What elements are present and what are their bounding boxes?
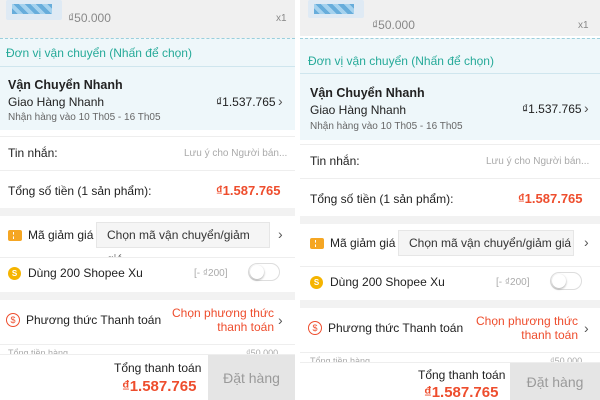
checkout-total-value: ₫1.587.765 bbox=[424, 384, 499, 400]
divider bbox=[0, 170, 295, 171]
shopee-coins-row: S Dùng 200 Shopee Xu [- ₫200] bbox=[300, 267, 600, 299]
place-order-button[interactable]: Đặt hàng bbox=[208, 355, 295, 400]
chevron-right-icon: › bbox=[278, 312, 283, 328]
delivery-date: Nhận hàng vào 10 Th05 - 16 Th05 bbox=[8, 112, 161, 123]
dollar-icon: $ bbox=[308, 321, 322, 335]
checkout-bar: Tổng thanh toán ₫1.587.765 Đặt hàng bbox=[300, 362, 600, 400]
coins-label: Dùng 200 Shopee Xu bbox=[28, 266, 143, 280]
voucher-row[interactable]: Mã giảm giá Chọn mã vận chuyển/giảm giá … bbox=[0, 216, 295, 266]
voucher-icon bbox=[8, 230, 22, 241]
order-total-label: Tổng số tiền (1 sản phẩm): bbox=[8, 184, 152, 198]
payment-method-label: Phương thức Thanh toán bbox=[26, 313, 162, 327]
voucher-row[interactable]: Mã giảm giá Chọn mã vận chuyển/giảm giá … bbox=[300, 224, 600, 264]
voucher-select-button[interactable]: Chọn mã vận chuyển/giảm giá bbox=[96, 222, 270, 266]
checkout-panel-right: ₫50.000 x1 Đơn vị vận chuyển (Nhấn để ch… bbox=[300, 0, 600, 400]
coins-toggle[interactable] bbox=[550, 272, 582, 290]
shipping-carrier: Giao Hàng Nhanh bbox=[310, 103, 407, 117]
coins-value: [- ₫200] bbox=[496, 277, 530, 288]
message-input[interactable]: Lưu ý cho Người bán... bbox=[486, 156, 589, 167]
shopee-coin-icon: S bbox=[310, 276, 323, 289]
section-gap bbox=[300, 300, 600, 308]
section-gap bbox=[300, 216, 600, 224]
order-total-label: Tổng số tiền (1 sản phẩm): bbox=[310, 192, 454, 206]
voucher-select-button[interactable]: Chọn mã vận chuyển/giảm giá bbox=[398, 230, 574, 256]
voucher-label: Mã giảm giá bbox=[330, 236, 396, 250]
product-quantity: x1 bbox=[276, 13, 287, 24]
place-order-button[interactable]: Đặt hàng bbox=[510, 363, 600, 400]
payment-method-label: Phương thức Thanh toán bbox=[328, 321, 464, 335]
payment-method-row[interactable]: $ Phương thức Thanh toán Chọn phương thứ… bbox=[300, 308, 600, 350]
chevron-right-icon: › bbox=[584, 234, 589, 250]
delivery-date: Nhận hàng vào 10 Th05 - 16 Th05 bbox=[310, 121, 463, 132]
product-quantity: x1 bbox=[578, 20, 589, 31]
checkout-total-label: Tổng thanh toán bbox=[114, 361, 202, 375]
checkout-total-label: Tổng thanh toán bbox=[418, 368, 506, 382]
section-gap bbox=[0, 208, 295, 216]
shopee-coins-row: S Dùng 200 Shopee Xu [- ₫200] bbox=[0, 258, 295, 290]
message-label: Tin nhắn: bbox=[310, 154, 360, 168]
shipping-price: ₫1.537.765 bbox=[216, 95, 276, 109]
chevron-right-icon: › bbox=[584, 100, 589, 116]
payment-choose-line2[interactable]: thanh toán bbox=[170, 320, 274, 334]
product-summary: ₫50.000 x1 bbox=[0, 0, 295, 38]
voucher-label: Mã giảm giá bbox=[28, 228, 94, 242]
payment-method-row[interactable]: $ Phương thức Thanh toán Chọn phương thứ… bbox=[0, 300, 295, 342]
shipping-header: Đơn vị vận chuyển (Nhấn để chọn) bbox=[308, 54, 494, 68]
section-gap bbox=[0, 292, 295, 300]
divider bbox=[0, 66, 295, 67]
message-input[interactable]: Lưu ý cho Người bán... bbox=[184, 148, 287, 159]
checkout-panel-left: ₫50.000 x1 Đơn vị vận chuyển (Nhấn để ch… bbox=[0, 0, 295, 400]
dollar-icon: $ bbox=[6, 313, 20, 327]
shopee-coin-icon: S bbox=[8, 267, 21, 280]
shipping-method-name: Vận Chuyển Nhanh bbox=[310, 86, 425, 100]
payment-choose-line1[interactable]: Chọn phương thức bbox=[170, 306, 274, 320]
coins-toggle[interactable] bbox=[248, 263, 280, 281]
divider bbox=[300, 144, 600, 145]
shipping-price: ₫1.537.765 bbox=[522, 102, 582, 116]
voucher-icon bbox=[310, 238, 324, 249]
shipping-header: Đơn vị vận chuyển (Nhấn để chọn) bbox=[6, 46, 192, 60]
divider bbox=[0, 136, 295, 137]
order-total-value: ₫1.587.765 bbox=[216, 183, 281, 198]
payment-choose-line2[interactable]: thanh toán bbox=[474, 328, 578, 342]
shipping-selector[interactable]: Đơn vị vận chuyển (Nhấn để chọn) Vận Chu… bbox=[0, 38, 295, 130]
product-summary: ₫50.000 x1 bbox=[300, 0, 600, 36]
product-thumbnail bbox=[308, 0, 364, 18]
shipping-selector[interactable]: Đơn vị vận chuyển (Nhấn để chọn) Vận Chu… bbox=[300, 38, 600, 140]
product-price: ₫50.000 bbox=[68, 11, 111, 25]
divider bbox=[300, 352, 600, 353]
checkout-total-value: ₫1.587.765 bbox=[122, 378, 197, 395]
checkout-bar: Tổng thanh toán ₫1.587.765 Đặt hàng bbox=[0, 354, 295, 400]
coins-value: [- ₫200] bbox=[194, 268, 228, 279]
coins-label: Dùng 200 Shopee Xu bbox=[330, 275, 445, 289]
chevron-right-icon: › bbox=[278, 226, 283, 242]
chevron-right-icon: › bbox=[584, 320, 589, 336]
divider bbox=[0, 344, 295, 345]
product-price: ₫50.000 bbox=[372, 18, 415, 32]
divider bbox=[300, 73, 600, 74]
order-total-value: ₫1.587.765 bbox=[518, 191, 583, 206]
shipping-carrier: Giao Hàng Nhanh bbox=[8, 95, 105, 109]
product-thumbnail bbox=[6, 0, 62, 20]
payment-choose-line1[interactable]: Chọn phương thức bbox=[474, 314, 578, 328]
divider bbox=[300, 178, 600, 179]
shipping-method-name: Vận Chuyển Nhanh bbox=[8, 78, 123, 92]
message-label: Tin nhắn: bbox=[8, 146, 58, 160]
chevron-right-icon: › bbox=[278, 93, 283, 109]
